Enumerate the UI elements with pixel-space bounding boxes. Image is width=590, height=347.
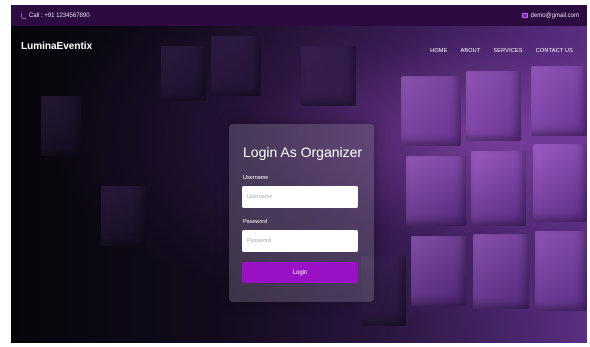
- background-cube: [406, 156, 466, 226]
- mail-icon: [521, 13, 528, 18]
- password-input[interactable]: [242, 230, 358, 252]
- background-cube: [535, 231, 587, 311]
- login-card: Login As Organizer Username Password Log…: [229, 124, 374, 302]
- background-cube: [401, 76, 461, 146]
- phone-icon: [21, 12, 26, 19]
- top-contact-bar: Call : +91 1234567890 demo@gmail.com: [11, 5, 587, 26]
- background-cube: [531, 66, 587, 136]
- background-cube: [41, 96, 81, 156]
- background-cube: [471, 151, 526, 226]
- background-cube: [101, 186, 146, 246]
- phone-text: Call : +91 1234567890: [29, 12, 90, 19]
- background-cube: [211, 36, 261, 96]
- email-contact[interactable]: demo@gmail.com: [521, 12, 579, 19]
- main-nav: HOME ABOUT SERVICES CONTACT US: [430, 48, 573, 54]
- login-title: Login As Organizer: [243, 144, 363, 160]
- nav-contact-us[interactable]: CONTACT US: [536, 48, 573, 54]
- phone-contact[interactable]: Call : +91 1234567890: [21, 12, 90, 19]
- background-cube: [301, 46, 356, 106]
- background-cube: [473, 234, 529, 309]
- nav-services[interactable]: SERVICES: [493, 48, 522, 54]
- nav-home[interactable]: HOME: [430, 48, 447, 54]
- background-cube: [161, 46, 206, 101]
- username-input[interactable]: [242, 186, 358, 208]
- nav-about[interactable]: ABOUT: [460, 48, 480, 54]
- brand-logo[interactable]: LuminaEventix: [21, 41, 92, 52]
- username-label: Username: [243, 175, 269, 181]
- background-cube: [533, 144, 587, 222]
- background-cube: [411, 236, 466, 306]
- login-button[interactable]: Login: [242, 262, 358, 283]
- email-text: demo@gmail.com: [530, 12, 579, 19]
- background-cube: [466, 71, 521, 141]
- password-label: Password: [243, 219, 268, 225]
